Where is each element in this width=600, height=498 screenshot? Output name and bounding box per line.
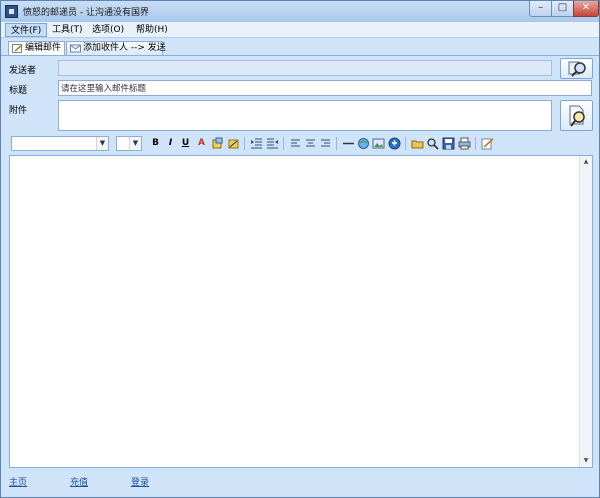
select-sender-button[interactable]	[560, 58, 593, 79]
pencil-icon	[12, 44, 23, 53]
chevron-down-icon: ▼	[129, 137, 141, 150]
font-size-select[interactable]: ▼	[116, 136, 142, 151]
format-toolbar: ▼ ▼ B I U A	[1, 134, 599, 154]
indent-icon[interactable]	[266, 137, 279, 150]
italic-icon[interactable]: I	[164, 137, 177, 150]
tab-edit-mail[interactable]: 编辑邮件	[8, 41, 65, 56]
tab-edit-mail-label: 编辑邮件	[25, 43, 62, 53]
tab-add-recipients-label: 添加收件人 --> 发送	[83, 43, 166, 53]
attachment-field[interactable]	[58, 100, 552, 131]
underline-icon[interactable]: U	[179, 137, 192, 150]
toolbar-separator	[336, 137, 337, 150]
print-icon[interactable]	[458, 137, 471, 150]
recharge-link[interactable]: 充值	[70, 475, 88, 488]
find-icon[interactable]	[426, 137, 439, 150]
main-window: 愤怒的邮递员 - 让沟通没有国界 – □ ✕ 文件(F) 工具(T) 选项(O)…	[0, 0, 600, 498]
editor-scrollbar[interactable]: ▲ ▼	[579, 156, 592, 467]
attachment-label: 附件	[9, 106, 28, 116]
chevron-down-icon: ▼	[96, 137, 108, 150]
maximize-button[interactable]: □	[551, 1, 574, 17]
sender-label: 发送者	[9, 66, 37, 76]
toolbar-separator	[475, 137, 476, 150]
menu-options[interactable]: 选项(O)	[87, 23, 129, 37]
insert-image-icon[interactable]	[372, 137, 385, 150]
align-center-icon[interactable]	[304, 137, 317, 150]
attach-file-icon	[569, 105, 585, 127]
sender-field[interactable]	[58, 60, 552, 76]
toolbar-separator	[405, 137, 406, 150]
font-color-icon[interactable]: A	[195, 137, 208, 150]
subject-placeholder: 请在这里输入邮件标题	[61, 84, 147, 94]
close-button[interactable]: ✕	[573, 1, 599, 17]
font-family-select[interactable]: ▼	[11, 136, 109, 151]
menu-help[interactable]: 帮助(H)	[131, 23, 173, 37]
scroll-down-icon[interactable]: ▼	[580, 455, 592, 467]
clear-format-icon[interactable]	[227, 137, 240, 150]
menu-tools[interactable]: 工具(T)	[47, 23, 88, 37]
horizontal-line-icon[interactable]	[342, 137, 355, 150]
mail-body-editor[interactable]: ▲ ▼	[9, 155, 593, 468]
home-link[interactable]: 主页	[9, 475, 27, 488]
align-right-icon[interactable]	[319, 137, 332, 150]
minimize-button[interactable]: –	[529, 1, 552, 17]
bold-icon[interactable]: B	[149, 137, 162, 150]
toolbar-separator	[283, 137, 284, 150]
add-attachment-button[interactable]	[560, 100, 593, 131]
tab-divider	[1, 55, 599, 56]
outdent-icon[interactable]	[250, 137, 263, 150]
login-link[interactable]: 登录	[131, 475, 149, 488]
tab-add-recipients[interactable]: 添加收件人 --> 发送	[66, 41, 166, 56]
title-bar: 愤怒的邮递员 - 让沟通没有国界 – □ ✕	[1, 1, 599, 22]
insert-emoji-icon[interactable]	[388, 137, 401, 150]
toolbar-separator	[244, 137, 245, 150]
subject-input[interactable]: 请在这里输入邮件标题	[58, 80, 592, 96]
open-file-icon[interactable]	[411, 137, 424, 150]
menu-bar: 文件(F) 工具(T) 选项(O) 帮助(H)	[1, 22, 599, 38]
align-left-icon[interactable]	[289, 137, 302, 150]
subject-label: 标题	[9, 86, 28, 96]
envelope-icon	[70, 44, 81, 53]
highlight-icon[interactable]	[211, 137, 224, 150]
insert-link-icon[interactable]	[357, 137, 370, 150]
scroll-up-icon[interactable]: ▲	[580, 156, 592, 168]
save-icon[interactable]	[442, 137, 455, 150]
app-icon	[5, 5, 18, 18]
menu-file[interactable]: 文件(F)	[5, 23, 48, 37]
window-title: 愤怒的邮递员 - 让沟通没有国界	[23, 8, 149, 18]
edit-source-icon[interactable]	[481, 137, 494, 150]
search-contact-icon	[568, 61, 586, 77]
